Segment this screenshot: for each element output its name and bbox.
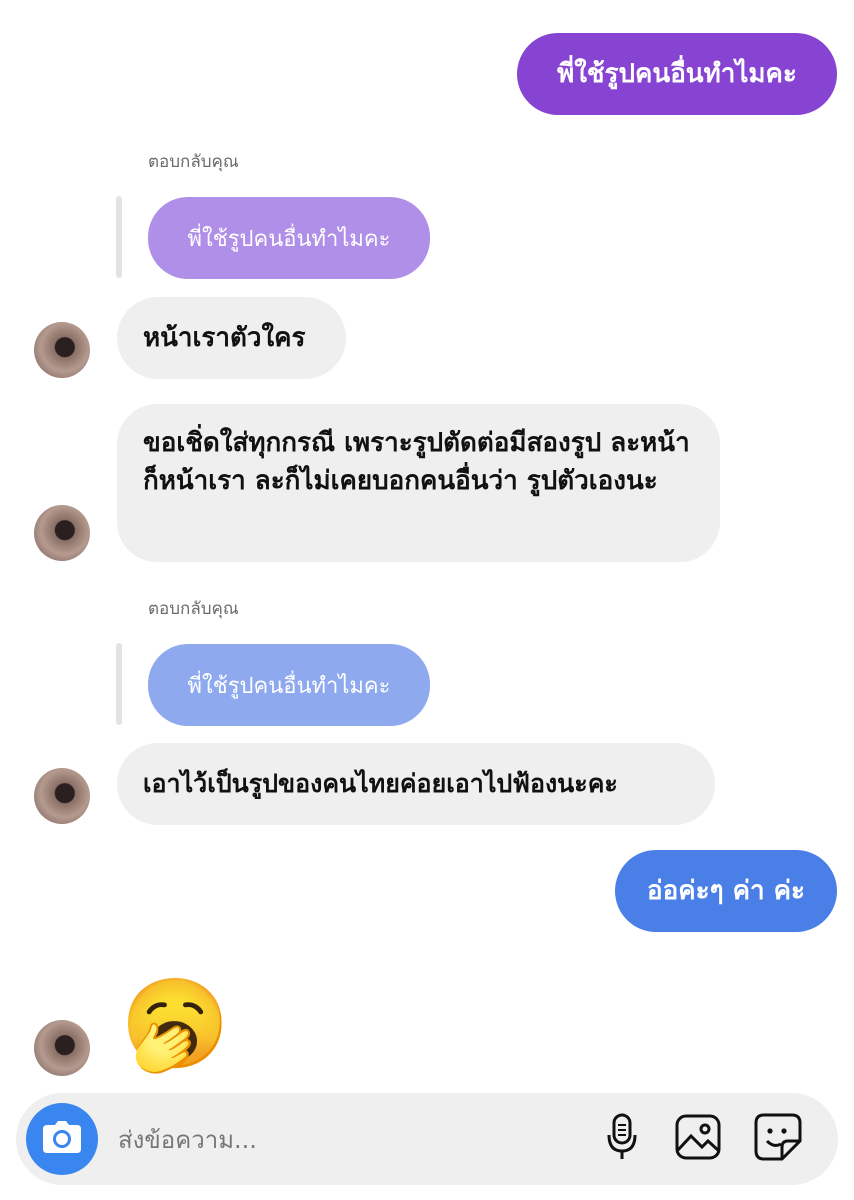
avatar[interactable] bbox=[34, 768, 90, 824]
avatar[interactable] bbox=[34, 322, 90, 378]
camera-icon bbox=[43, 1121, 81, 1157]
image-icon bbox=[675, 1114, 721, 1164]
avatar[interactable] bbox=[34, 505, 90, 561]
quoted-message[interactable]: พี่ใช้รูปคนอื่นทำไมคะ bbox=[148, 644, 430, 726]
incoming-message[interactable]: เอาไว้เป็นรูปของคนไทยค่อยเอาไปฟ้องนะคะ bbox=[117, 743, 715, 825]
sticker-button[interactable] bbox=[750, 1111, 806, 1167]
incoming-message[interactable]: หน้าเราตัวใคร bbox=[117, 297, 346, 379]
camera-button[interactable] bbox=[26, 1103, 98, 1175]
microphone-icon bbox=[607, 1113, 637, 1165]
microphone-button[interactable] bbox=[594, 1111, 650, 1167]
message-input[interactable] bbox=[116, 1115, 560, 1165]
incoming-message[interactable]: ขอเชิ่ดใส่ทุกกรณี เพราะรูปตัดต่อมีสองรูป… bbox=[117, 404, 720, 562]
gallery-button[interactable] bbox=[670, 1111, 726, 1167]
reply-label: ตอบกลับคุณ bbox=[148, 599, 239, 619]
reply-label: ตอบกลับคุณ bbox=[148, 152, 239, 172]
reply-bar bbox=[116, 196, 122, 278]
sticker-icon bbox=[754, 1113, 802, 1165]
reply-bar bbox=[116, 643, 122, 725]
message-composer bbox=[16, 1093, 838, 1185]
outgoing-message[interactable]: อ่อค่ะๆ ค่า ค่ะ bbox=[615, 850, 837, 932]
yawning-face-emoji[interactable]: 🥱 bbox=[120, 972, 230, 1076]
avatar[interactable] bbox=[34, 1020, 90, 1076]
quoted-message[interactable]: พี่ใช้รูปคนอื่นทำไมคะ bbox=[148, 197, 430, 279]
outgoing-message[interactable]: พี่ใช้รูปคนอื่นทำไมคะ bbox=[517, 33, 837, 115]
